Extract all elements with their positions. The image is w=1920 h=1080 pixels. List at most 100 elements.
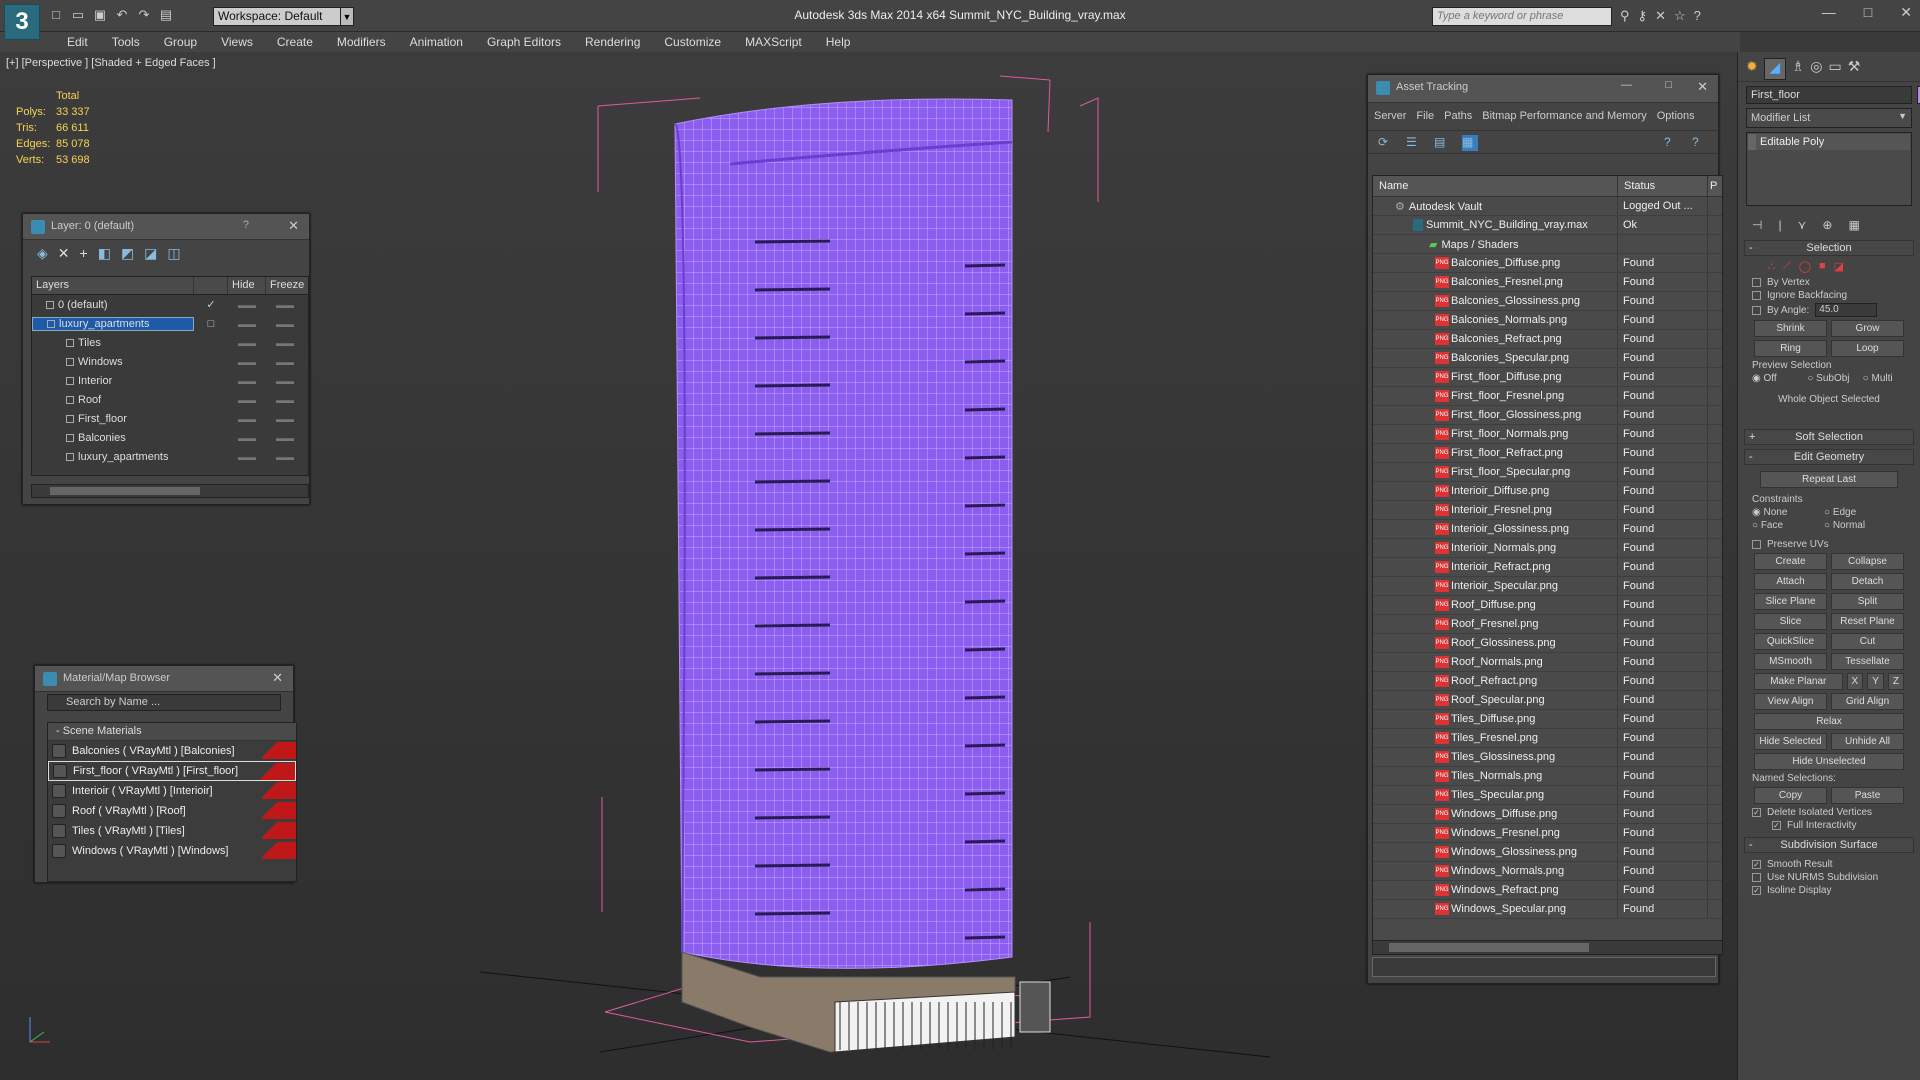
layer-name[interactable]: Balconies bbox=[32, 432, 194, 444]
motion-tab-icon[interactable]: ◎ bbox=[1810, 58, 1822, 75]
menu-item-rendering[interactable]: Rendering bbox=[573, 32, 652, 52]
hierarchy-tab-icon[interactable]: ♗ bbox=[1792, 58, 1805, 75]
asset-row[interactable]: PNG Roof_Normals.png Found bbox=[1373, 653, 1722, 672]
asset-row[interactable]: PNG Balconies_Normals.png Found bbox=[1373, 311, 1722, 330]
preserve-uvs-checkbox[interactable]: Preserve UVs bbox=[1752, 539, 1906, 550]
display-tab-icon[interactable]: ▭ bbox=[1829, 58, 1842, 75]
hide-toggle[interactable]: ▬▬ bbox=[228, 357, 266, 367]
z-button[interactable]: Z bbox=[1887, 673, 1904, 690]
detail-view-icon[interactable]: ▤ bbox=[1434, 135, 1450, 151]
cut-button[interactable]: Cut bbox=[1831, 633, 1904, 650]
hide-toggle[interactable]: ▬▬ bbox=[228, 300, 266, 310]
asset-row[interactable]: PNG Windows_Refract.png Found bbox=[1373, 881, 1722, 900]
create-button[interactable]: Create bbox=[1754, 553, 1827, 570]
polygon-icon[interactable]: ■ bbox=[1819, 260, 1826, 273]
column-layers[interactable]: Layers bbox=[32, 277, 194, 294]
slice-button[interactable]: Slice bbox=[1754, 613, 1827, 630]
asset-row[interactable]: PNG Tiles_Specular.png Found bbox=[1373, 786, 1722, 805]
asset-row[interactable]: PNG First_floor_Refract.png Found bbox=[1373, 444, 1722, 463]
menu-item-tools[interactable]: Tools bbox=[100, 32, 152, 52]
current-layer-mark[interactable]: □ bbox=[194, 318, 228, 330]
material-browser-title-bar[interactable]: Material/Map Browser ✕ bbox=[35, 666, 293, 692]
layer-name[interactable]: luxury_apartments bbox=[32, 451, 194, 463]
quickslice-button[interactable]: QuickSlice bbox=[1754, 633, 1827, 650]
hide-all-layers-icon[interactable]: ◪ bbox=[144, 245, 157, 263]
asset-row[interactable]: PNG Tiles_Fresnel.png Found bbox=[1373, 729, 1722, 748]
close-icon[interactable]: ✕ bbox=[1900, 4, 1912, 21]
angle-spinner[interactable]: 45.0 bbox=[1815, 303, 1878, 317]
asset-menu-file[interactable]: File bbox=[1416, 110, 1434, 122]
asset-horizontal-scrollbar[interactable] bbox=[1373, 940, 1722, 954]
constraint-normal-radio[interactable]: ○ Normal bbox=[1824, 520, 1884, 531]
reset-plane-button[interactable]: Reset Plane bbox=[1831, 613, 1904, 630]
material-item[interactable]: Balconies ( VRayMtl ) [Balconies] bbox=[48, 741, 296, 761]
configure-sets-icon[interactable]: ▦ bbox=[1848, 218, 1859, 232]
asset-row[interactable]: PNG Balconies_Fresnel.png Found bbox=[1373, 273, 1722, 292]
hide-toggle[interactable]: ▬▬ bbox=[228, 319, 266, 329]
modify-tab-icon[interactable]: ◢ bbox=[1763, 58, 1786, 80]
by-vertex-checkbox[interactable]: By Vertex bbox=[1752, 277, 1906, 288]
hide-toggle[interactable]: ▬▬ bbox=[228, 452, 266, 462]
column-path[interactable]: P bbox=[1708, 176, 1722, 196]
make-planar-button[interactable]: Make Planar bbox=[1754, 673, 1843, 690]
show-end-result-icon[interactable]: | bbox=[1778, 218, 1781, 232]
collapse-button[interactable]: Collapse bbox=[1831, 553, 1904, 570]
asset-row[interactable]: PNG First_floor_Specular.png Found bbox=[1373, 463, 1722, 482]
asset-menu-paths[interactable]: Paths bbox=[1444, 110, 1472, 122]
asset-row[interactable]: PNG Windows_Normals.png Found bbox=[1373, 862, 1722, 881]
table-view-icon[interactable]: ▦ bbox=[1462, 135, 1478, 151]
asset-tracking-title-bar[interactable]: Asset Tracking — □ ✕ bbox=[1368, 75, 1718, 103]
ignore-backfacing-checkbox[interactable]: Ignore Backfacing bbox=[1752, 290, 1906, 301]
freeze-toggle[interactable]: ▬▬ bbox=[266, 376, 304, 386]
selection-rollout[interactable]: - Selection bbox=[1744, 240, 1914, 256]
layer-name[interactable]: luxury_apartments bbox=[32, 316, 194, 331]
create-tab-icon[interactable]: ✹ bbox=[1746, 58, 1758, 75]
app-logo-icon[interactable]: 3 bbox=[4, 4, 40, 40]
key-icon[interactable]: ⚷ bbox=[1638, 8, 1648, 24]
hide-selected-button[interactable]: Hide Selected bbox=[1754, 733, 1827, 750]
asset-row[interactable]: PNG Balconies_Refract.png Found bbox=[1373, 330, 1722, 349]
subdivision-surface-rollout[interactable]: - Subdivision Surface bbox=[1744, 837, 1914, 853]
menu-item-views[interactable]: Views bbox=[209, 32, 265, 52]
asset-row[interactable]: PNG Interioir_Specular.png Found bbox=[1373, 577, 1722, 596]
hide-toggle[interactable]: ▬▬ bbox=[228, 433, 266, 443]
constraint-edge-radio[interactable]: ○ Edge bbox=[1824, 507, 1884, 518]
column-status[interactable]: Status bbox=[1618, 176, 1708, 196]
constraint-face-radio[interactable]: ○ Face bbox=[1752, 520, 1812, 531]
freeze-toggle[interactable]: ▬▬ bbox=[266, 452, 304, 462]
menu-item-create[interactable]: Create bbox=[265, 32, 325, 52]
menu-item-graph-editors[interactable]: Graph Editors bbox=[475, 32, 573, 52]
preview-subobj-radio[interactable]: ○ SubObj bbox=[1807, 373, 1850, 384]
freeze-toggle[interactable]: ▬▬ bbox=[266, 395, 304, 405]
layer-row[interactable]: Roof ▬▬ ▬▬ bbox=[32, 390, 308, 409]
layer-row[interactable]: luxury_apartments ▬▬ ▬▬ bbox=[32, 447, 308, 466]
layer-name[interactable]: Tiles bbox=[32, 337, 194, 349]
paste-button[interactable]: Paste bbox=[1831, 787, 1904, 804]
grow-button[interactable]: Grow bbox=[1831, 320, 1904, 337]
view-align-button[interactable]: View Align bbox=[1754, 693, 1827, 710]
hide-toggle[interactable]: ▬▬ bbox=[228, 395, 266, 405]
material-item[interactable]: Interioir ( VRayMtl ) [Interioir] bbox=[48, 781, 296, 801]
asset-menu-options[interactable]: Options bbox=[1657, 110, 1695, 122]
menu-item-group[interactable]: Group bbox=[152, 32, 209, 52]
material-search-input[interactable]: Search by Name ... bbox=[47, 694, 281, 711]
add-to-layer-icon[interactable]: + bbox=[80, 245, 88, 263]
by-angle-checkbox[interactable]: By Angle: 45.0 bbox=[1752, 303, 1906, 317]
layer-name[interactable]: Interior bbox=[32, 375, 194, 387]
edge-icon[interactable]: ⟋ bbox=[1783, 260, 1791, 273]
minimize-icon[interactable]: — bbox=[1621, 79, 1632, 91]
asset-row[interactable]: PNG First_floor_Glossiness.png Found bbox=[1373, 406, 1722, 425]
asset-row[interactable]: PNG First_floor_Diffuse.png Found bbox=[1373, 368, 1722, 387]
asset-row[interactable]: PNG First_floor_Normals.png Found bbox=[1373, 425, 1722, 444]
freeze-toggle[interactable]: ▬▬ bbox=[266, 300, 304, 310]
menu-item-customize[interactable]: Customize bbox=[652, 32, 733, 52]
layer-panel-title-bar[interactable]: Layer: 0 (default) ? ✕ bbox=[23, 214, 309, 240]
attach-button[interactable]: Attach bbox=[1754, 573, 1827, 590]
isoline-display-checkbox[interactable]: ✓ Isoline Display bbox=[1752, 885, 1906, 896]
layer-row[interactable]: Balconies ▬▬ ▬▬ bbox=[32, 428, 308, 447]
list-view-icon[interactable]: ☰ bbox=[1406, 135, 1422, 151]
scene-materials-group[interactable]: - Scene Materials bbox=[48, 723, 296, 741]
help-context-icon[interactable]: ? bbox=[1692, 135, 1708, 151]
delete-isolated-checkbox[interactable]: ✓ Delete Isolated Vertices bbox=[1752, 807, 1906, 818]
pin-stack-icon[interactable]: ⊣ bbox=[1752, 218, 1762, 232]
